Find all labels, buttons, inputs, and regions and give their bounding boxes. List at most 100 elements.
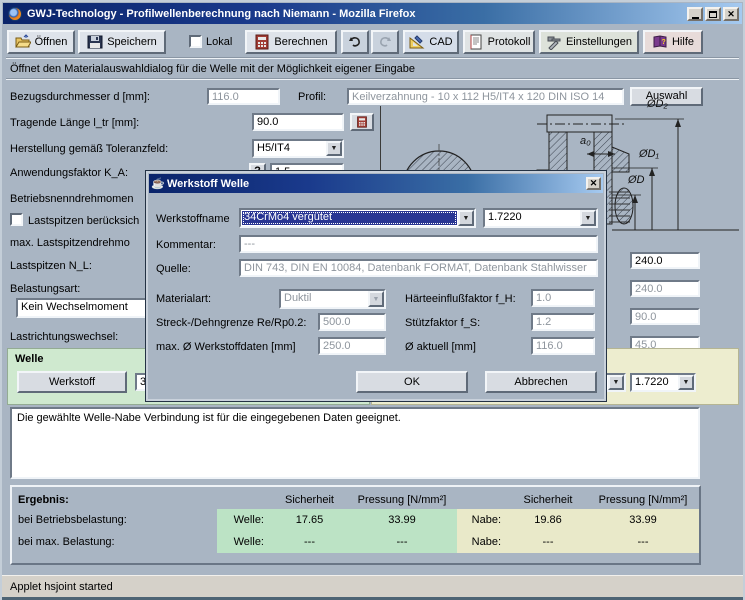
profil-label: Profil: (298, 91, 326, 103)
nabe-sicherheit-value: 19.86 (509, 509, 587, 531)
anwendungsfaktor-label: Anwendungsfaktor K_A: (10, 167, 128, 179)
calculator-icon (254, 34, 270, 50)
results-panel: Ergebnis: Sicherheit Pressung [N/mm²] Si… (10, 485, 701, 565)
materialart-combobox[interactable]: Duktil ▼ (279, 289, 386, 309)
result-row-label: bei Betriebsbelastung: (12, 509, 217, 531)
werkstoff-button[interactable]: Werkstoff (17, 371, 127, 393)
werkstoffname-selected-value: 34CrMo4 vergütet (242, 211, 457, 225)
lokal-checkbox-label: Lokal (206, 36, 232, 48)
open-button[interactable]: Öffnen (7, 30, 75, 54)
redo-icon (377, 34, 393, 50)
application-window: GWJ-Technology - Profilwellenberechnung … (0, 0, 745, 600)
form-drawing-divider (380, 106, 381, 170)
open-folder-icon (15, 34, 31, 50)
einstellungen-button[interactable]: Einstellungen (539, 30, 639, 54)
stuetzfaktor-label: Stützfaktor f_S: (405, 317, 480, 329)
protokoll-button[interactable]: Protokoll (463, 30, 535, 54)
toleranzfeld-combobox[interactable]: H5/IT4 ▼ (252, 139, 344, 158)
werkstoffname-label: Werkstoffname (156, 213, 230, 225)
stuetzfaktor-field[interactable]: 1.2 (531, 313, 595, 331)
quelle-label: Quelle: (156, 263, 191, 275)
hint-text: Öffnet den Materialauswahldialog für die… (10, 63, 415, 75)
durchmesser-aktuell-field[interactable]: 116.0 (531, 337, 595, 355)
tools-icon (546, 34, 562, 50)
lastspitzen-nl-label: Lastspitzen N_L: (10, 260, 92, 272)
cad-button[interactable]: CAD (403, 30, 459, 54)
diameter-d2-label: ØD₂ (647, 98, 668, 110)
chevron-down-icon[interactable]: ▼ (326, 141, 342, 156)
welle-pressung-value: 33.99 (347, 509, 457, 531)
betriebsnenn-label: Betriebsnenndrehmomen (10, 193, 134, 205)
nabe-pressung-value: --- (587, 531, 699, 553)
mini-calculator-icon (356, 116, 368, 128)
werkstoff-nr-value: 1.7220 (488, 211, 578, 225)
dialog-close-button[interactable]: ✕ (586, 177, 601, 190)
berechnen-button[interactable]: Berechnen (245, 30, 337, 54)
message-area[interactable]: Die gewählte Welle-Nabe Verbindung ist f… (10, 407, 700, 479)
java-icon: ☕ (151, 178, 163, 190)
streckgrenze-label: Streck-/Dehngrenze Re/Rp0.2: (156, 317, 306, 329)
result-row-label: bei max. Belastung: (12, 531, 217, 553)
belastungsart-label: Belastungsart: (10, 283, 80, 295)
max-durchmesser-label: max. Ø Werkstoffdaten [mm] (156, 341, 296, 353)
window-titlebar[interactable]: GWJ-Technology - Profilwellenberechnung … (3, 3, 742, 24)
kommentar-field[interactable]: --- (239, 235, 598, 253)
lastspitzen-checkbox[interactable] (10, 213, 23, 226)
abbrechen-button[interactable]: Abbrechen (485, 371, 597, 393)
status-bar: Applet hsjoint started (2, 575, 745, 597)
cad-icon (409, 34, 425, 50)
welle-pressung-value: --- (347, 531, 457, 553)
undo-icon (347, 34, 363, 50)
lokal-checkbox[interactable] (189, 35, 202, 48)
maximize-button[interactable] (705, 7, 721, 21)
col-header-sicherheit-nabe: Sicherheit (509, 491, 587, 509)
nabe-material-nr-value: 1.7220 (635, 376, 676, 389)
chevron-down-icon[interactable]: ▼ (458, 210, 474, 226)
window-title: GWJ-Technology - Profilwellenberechnung … (27, 8, 416, 20)
redo-button[interactable] (371, 30, 399, 54)
streckgrenze-field[interactable]: 500.0 (318, 313, 386, 331)
maximize-icon (709, 11, 717, 18)
welle-sicherheit-value: --- (272, 531, 347, 553)
bezugsdurchmesser-field[interactable]: 116.0 (207, 88, 280, 105)
quelle-field[interactable]: DIN 743, DIN EN 10084, Datenbank FORMAT,… (239, 259, 598, 277)
tragende-laenge-field[interactable]: 90.0 (252, 113, 344, 131)
dialog-title: Werkstoff Welle (167, 178, 249, 190)
save-button[interactable]: Speichern (78, 30, 166, 54)
einstellungen-button-label: Einstellungen (566, 36, 632, 48)
chevron-down-icon[interactable]: ▼ (608, 375, 624, 390)
col-header-pressung-welle: Pressung [N/mm²] (347, 491, 457, 509)
chevron-down-icon[interactable]: ▼ (678, 375, 694, 390)
tragende-laenge-label: Tragende Länge l_tr [mm]: (10, 117, 139, 129)
materialart-label: Materialart: (156, 293, 211, 305)
ok-button[interactable]: OK (356, 371, 468, 393)
col-header-sicherheit-welle: Sicherheit (272, 491, 347, 509)
haerte-field[interactable]: 1.0 (531, 289, 595, 307)
save-button-label: Speichern (107, 36, 157, 48)
open-button-label: Öffnen (35, 36, 68, 48)
welle-sicherheit-value: 17.65 (272, 509, 347, 531)
dialog-titlebar[interactable]: ☕ Werkstoff Welle ✕ (149, 174, 603, 193)
nabe-material-nr-combobox[interactable]: 1.7220 ▼ (630, 373, 696, 392)
chevron-down-icon[interactable]: ▼ (580, 210, 596, 226)
undo-button[interactable] (341, 30, 369, 54)
max-durchmesser-field[interactable]: 250.0 (318, 337, 386, 355)
results-title: Ergebnis: (12, 491, 217, 509)
welle-label: Welle: (217, 531, 272, 553)
col-header-pressung-nabe: Pressung [N/mm²] (587, 491, 699, 509)
hilfe-button-label: Hilfe (672, 36, 694, 48)
bezugsdurchmesser-label: Bezugsdurchmesser d [mm]: (10, 91, 150, 103)
werkstoffname-combobox[interactable]: 34CrMo4 vergütet ▼ (239, 208, 476, 228)
minimize-icon (692, 17, 699, 19)
werkstoff-nr-combobox[interactable]: 1.7220 ▼ (483, 208, 598, 228)
hint-separator (6, 78, 739, 80)
laenge-rechner-button[interactable] (350, 113, 374, 131)
haerte-label: Härteeinflußfaktor f_H: (405, 293, 516, 305)
chevron-down-icon: ▼ (368, 291, 384, 307)
svg-text:?: ? (661, 39, 665, 46)
nabe-sicherheit-value: --- (509, 531, 587, 553)
minimize-button[interactable] (687, 7, 703, 21)
hilfe-button[interactable]: ? Hilfe (643, 30, 703, 54)
lastrichtung-label: Lastrichtungswechsel: (10, 331, 118, 343)
close-button[interactable]: ✕ (723, 7, 739, 21)
